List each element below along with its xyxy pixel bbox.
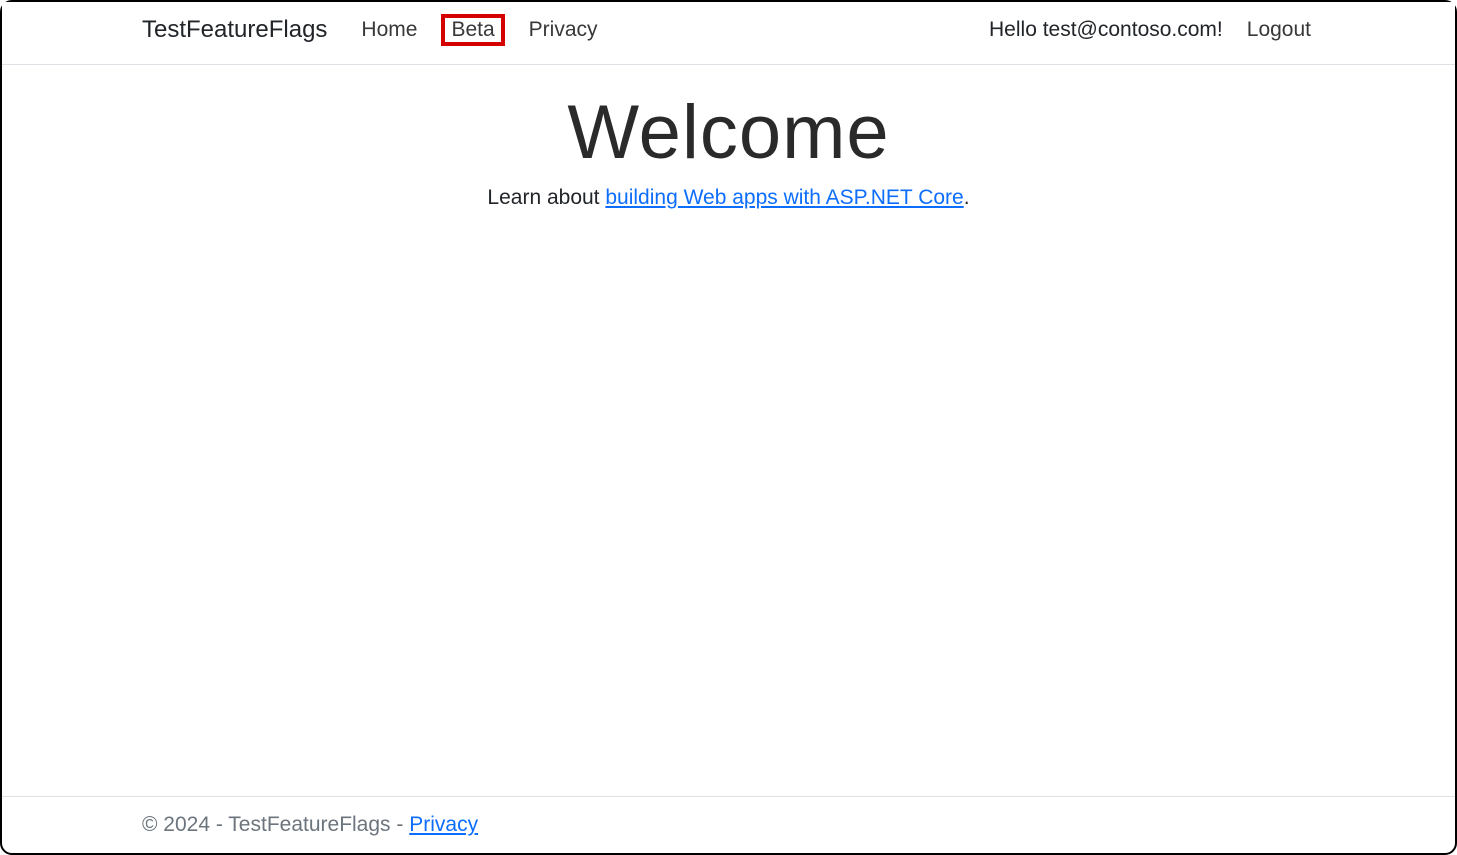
footer-copyright: © 2024 - TestFeatureFlags -	[142, 813, 409, 836]
main-content: Welcome Learn about building Web apps wi…	[2, 65, 1455, 796]
nav-left: TestFeatureFlags Home Beta Privacy	[142, 14, 602, 46]
nav-right: Hello test@contoso.com! Logout	[989, 16, 1315, 44]
lead-suffix: .	[964, 186, 970, 209]
navbar: TestFeatureFlags Home Beta Privacy Hello…	[2, 2, 1455, 65]
page-title: Welcome	[2, 89, 1455, 176]
logout-link[interactable]: Logout	[1243, 16, 1315, 44]
lead-prefix: Learn about	[487, 186, 605, 209]
lead-link[interactable]: building Web apps with ASP.NET Core	[605, 186, 963, 209]
brand-title[interactable]: TestFeatureFlags	[142, 16, 327, 44]
footer-privacy-link[interactable]: Privacy	[409, 813, 478, 836]
user-greeting: Hello test@contoso.com!	[989, 18, 1223, 42]
nav-link-privacy[interactable]: Privacy	[525, 16, 602, 44]
nav-link-beta[interactable]: Beta	[441, 14, 504, 46]
lead-text: Learn about building Web apps with ASP.N…	[2, 186, 1455, 210]
footer: © 2024 - TestFeatureFlags - Privacy	[2, 796, 1455, 853]
nav-link-home[interactable]: Home	[357, 16, 421, 44]
